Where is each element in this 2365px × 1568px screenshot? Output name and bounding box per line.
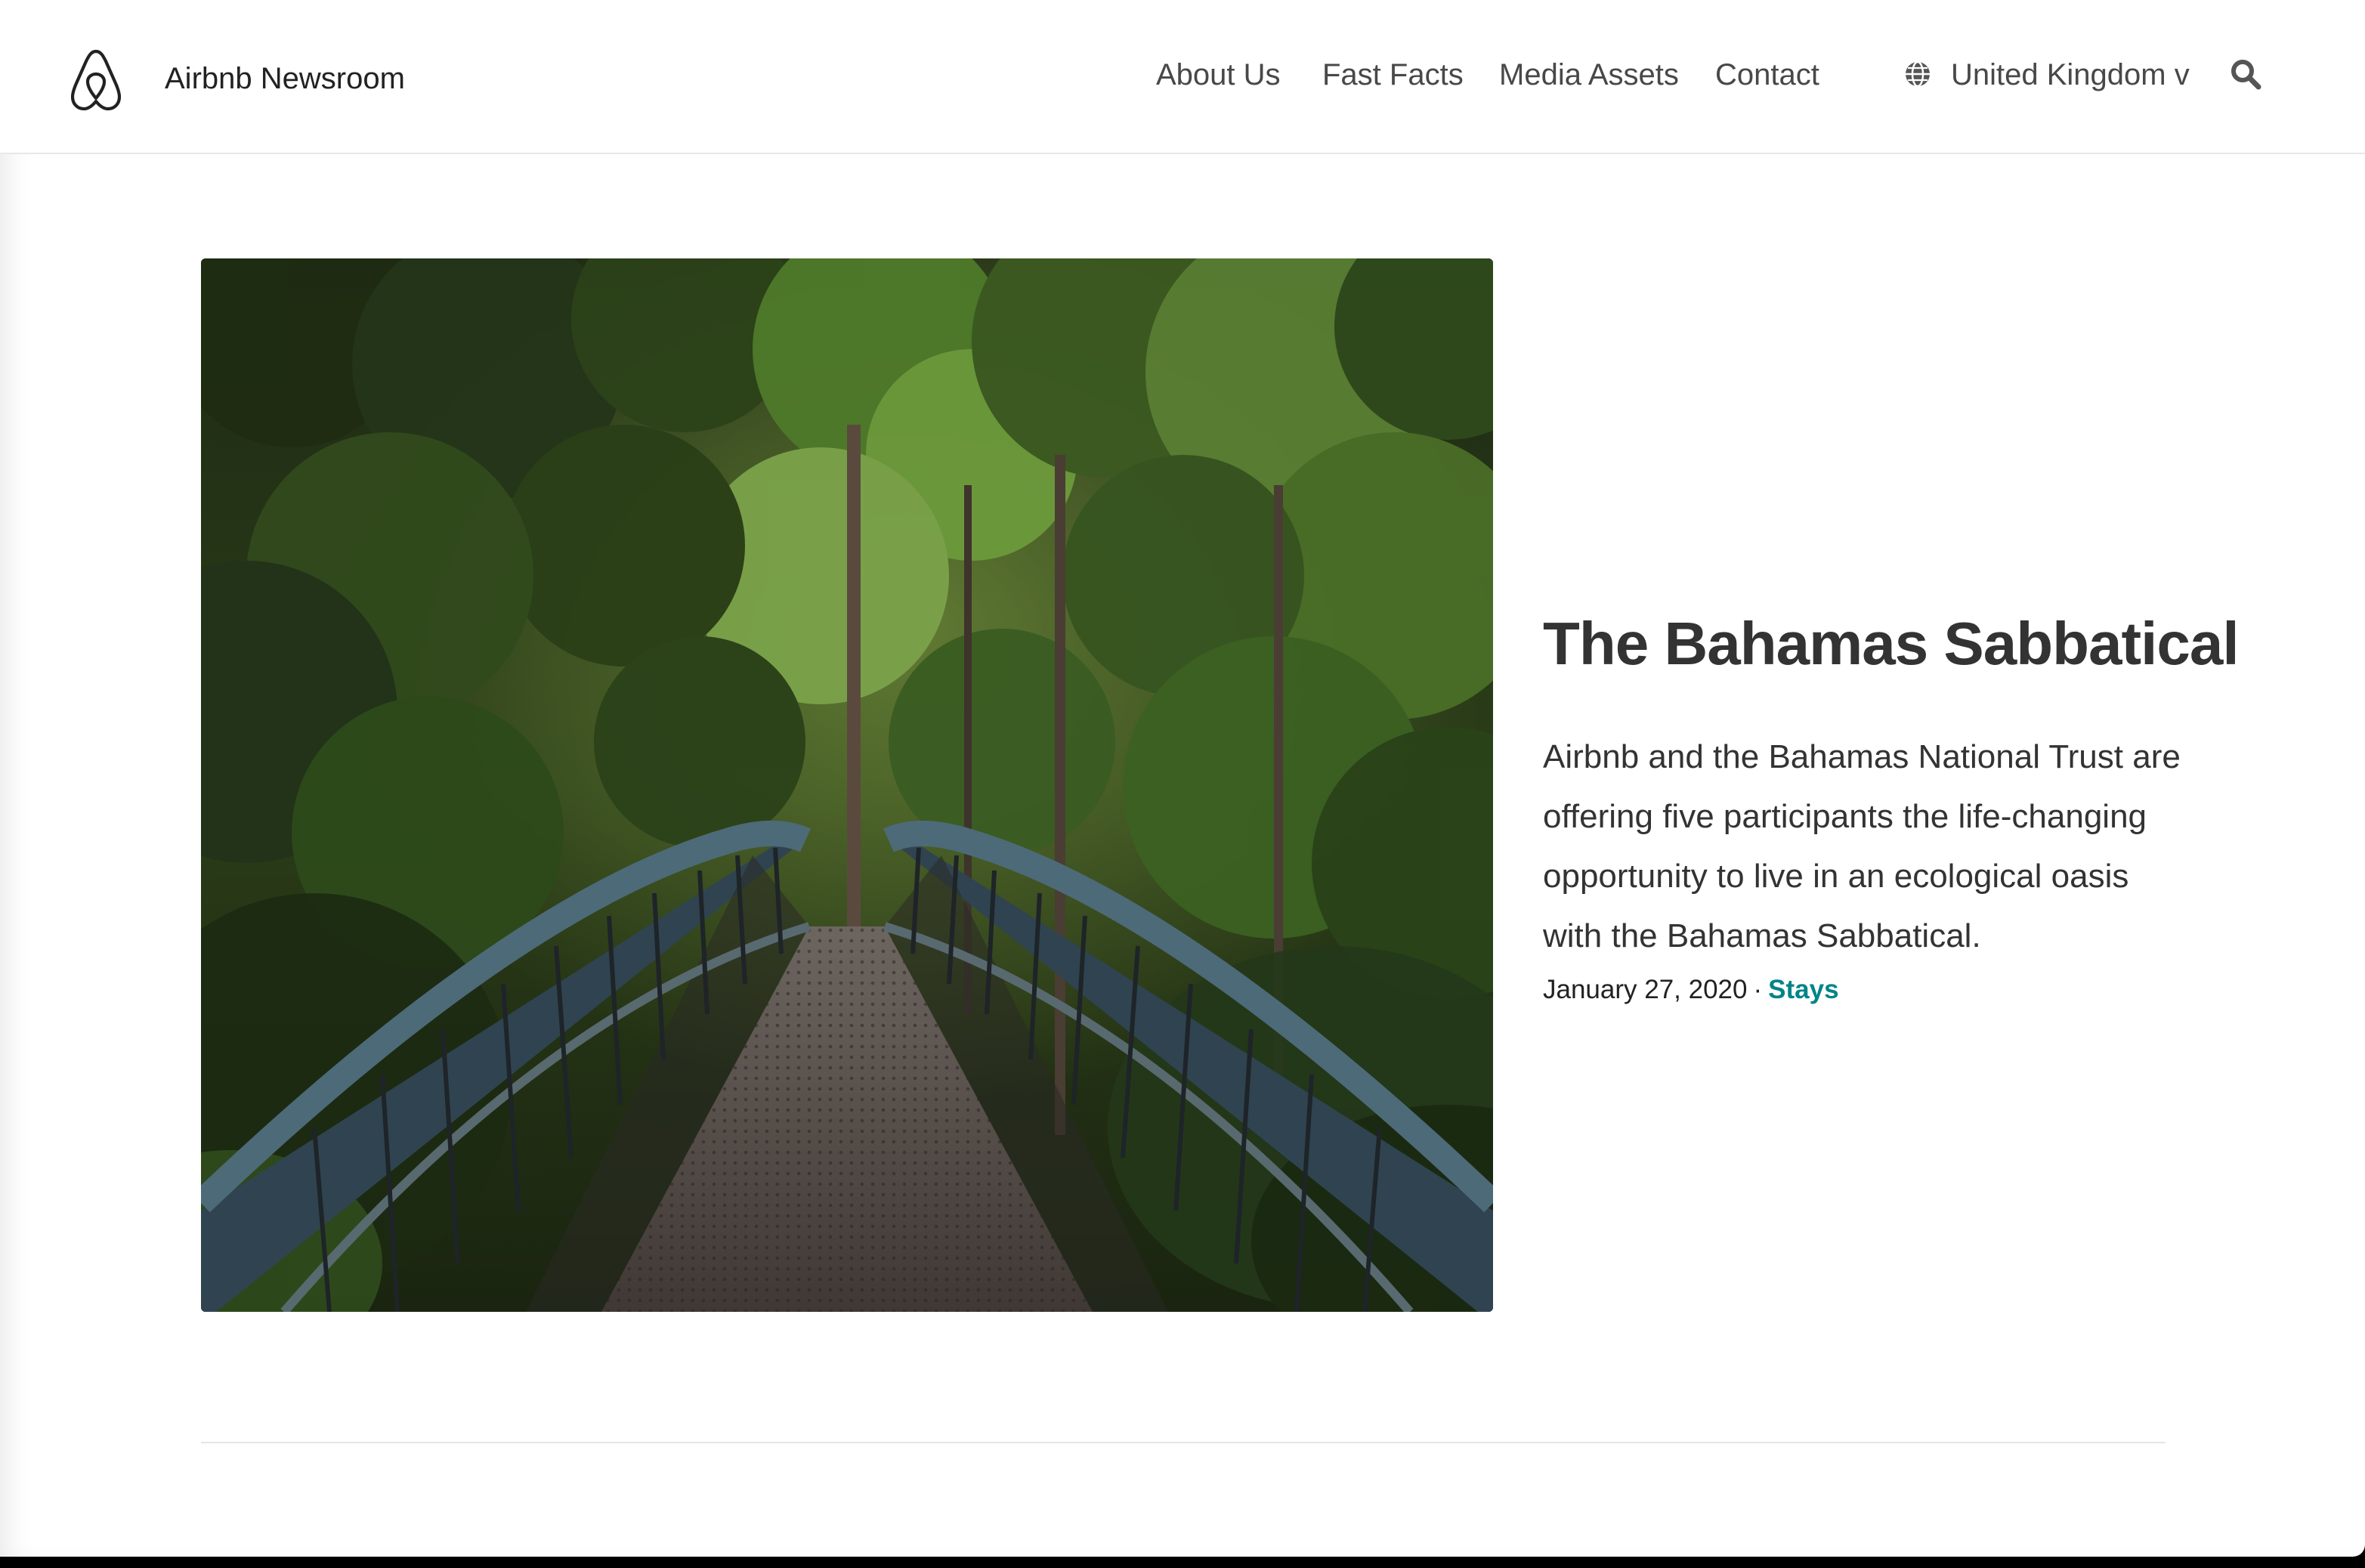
- article-meta: January 27, 2020 · Stays: [1543, 973, 1839, 1007]
- article-title[interactable]: The Bahamas Sabbatical: [1543, 606, 2240, 682]
- globe-icon: [1906, 60, 1930, 88]
- nav-media-assets[interactable]: Media Assets: [1499, 56, 1679, 94]
- region-selector[interactable]: United Kingdom v: [1951, 56, 2190, 94]
- nav-about-us[interactable]: About Us: [1156, 56, 1281, 94]
- article-category-link[interactable]: Stays: [1768, 975, 1838, 1004]
- featured-article-image[interactable]: [201, 258, 1493, 1312]
- search-icon[interactable]: [2229, 57, 2262, 91]
- section-divider: [201, 1442, 2166, 1443]
- meta-separator: ·: [1753, 975, 1763, 1004]
- page: Airbnb Newsroom About Us Fast Facts Medi…: [0, 0, 2365, 1557]
- airbnb-logo-icon[interactable]: [71, 48, 121, 112]
- brand-name[interactable]: Airbnb Newsroom: [165, 60, 405, 97]
- article-summary: Airbnb and the Bahamas National Trust ar…: [1543, 738, 2181, 954]
- nav-contact[interactable]: Contact: [1715, 56, 1819, 94]
- article-date: January 27, 2020: [1543, 975, 1748, 1004]
- nav-fast-facts[interactable]: Fast Facts: [1322, 56, 1464, 94]
- site-header: Airbnb Newsroom About Us Fast Facts Medi…: [0, 0, 2365, 154]
